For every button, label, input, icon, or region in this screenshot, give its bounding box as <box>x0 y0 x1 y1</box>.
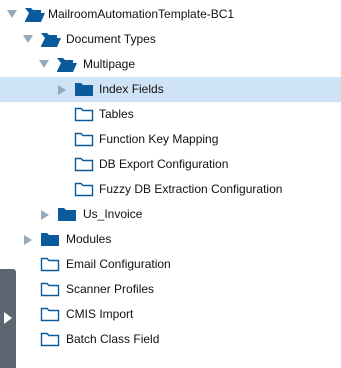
tree-node-label: Fuzzy DB Extraction Configuration <box>99 182 283 196</box>
tree-node-label: Modules <box>66 232 112 246</box>
tree-node-scanner-profiles[interactable]: Scanner Profiles <box>0 277 341 302</box>
tree-node-document-types[interactable]: Document Types <box>0 27 341 52</box>
folder-open-icon <box>40 27 62 52</box>
side-panel-toggle[interactable] <box>0 269 16 368</box>
tree-node-batch-class-field[interactable]: Batch Class Field <box>0 327 341 352</box>
tree-node-email-configuration[interactable]: Email Configuration <box>0 252 341 277</box>
chevron-right-icon <box>4 312 12 324</box>
tree-node-cmis-import[interactable]: CMIS Import <box>0 302 341 327</box>
tree-node-fuzzy-db-extraction-configuration[interactable]: Fuzzy DB Extraction Configuration <box>0 177 341 202</box>
folder-outline-icon <box>74 152 96 177</box>
tree-node-label: Email Configuration <box>66 257 171 271</box>
tree-node-function-key-mapping[interactable]: Function Key Mapping <box>0 127 341 152</box>
folder-outline-icon <box>40 327 62 352</box>
tree-node-label: DB Export Configuration <box>99 157 229 171</box>
folder-outline-icon <box>74 177 96 202</box>
tree-node-modules[interactable]: Modules <box>0 227 341 252</box>
tree-node-label: CMIS Import <box>66 307 134 321</box>
tree-node-label: Batch Class Field <box>66 332 160 346</box>
tree-node-label: Function Key Mapping <box>99 132 219 146</box>
folder-closed-filled-icon <box>74 77 96 102</box>
folder-outline-icon <box>74 102 96 127</box>
folder-outline-icon <box>40 252 62 277</box>
tree-node-label: Multipage <box>83 57 136 71</box>
tree-node-label: Scanner Profiles <box>66 282 155 296</box>
tree-node-label: Index Fields <box>99 82 164 96</box>
expand-toggle-expanded-icon[interactable] <box>37 52 51 77</box>
folder-outline-icon <box>40 302 62 327</box>
tree-node-label: Document Types <box>66 32 156 46</box>
tree-node-label: Us_Invoice <box>83 207 143 221</box>
tree-node-db-export-configuration[interactable]: DB Export Configuration <box>0 152 341 177</box>
folder-outline-icon <box>74 127 96 152</box>
expand-toggle-expanded-icon[interactable] <box>21 27 35 52</box>
folder-outline-icon <box>40 277 62 302</box>
expand-toggle-collapsed-icon[interactable] <box>56 77 70 102</box>
batch-class-tree: MailroomAutomationTemplate-BC1 Document … <box>0 0 341 368</box>
folder-closed-filled-icon <box>57 202 79 227</box>
tree-node-label: Tables <box>99 107 134 121</box>
tree-node-index-fields[interactable]: Index Fields <box>0 77 341 102</box>
tree-node-label: MailroomAutomationTemplate-BC1 <box>48 7 235 21</box>
tree-node-root[interactable]: MailroomAutomationTemplate-BC1 <box>0 2 341 27</box>
folder-open-icon <box>56 52 78 77</box>
tree-node-tables[interactable]: Tables <box>0 102 341 127</box>
tree-node-us-invoice[interactable]: Us_Invoice <box>0 202 341 227</box>
expand-toggle-expanded-icon[interactable] <box>5 2 19 27</box>
expand-toggle-collapsed-icon[interactable] <box>39 202 53 227</box>
folder-closed-filled-icon <box>40 227 62 252</box>
folder-open-icon <box>24 2 46 27</box>
tree-node-multipage[interactable]: Multipage <box>0 52 341 77</box>
expand-toggle-collapsed-icon[interactable] <box>22 227 36 252</box>
